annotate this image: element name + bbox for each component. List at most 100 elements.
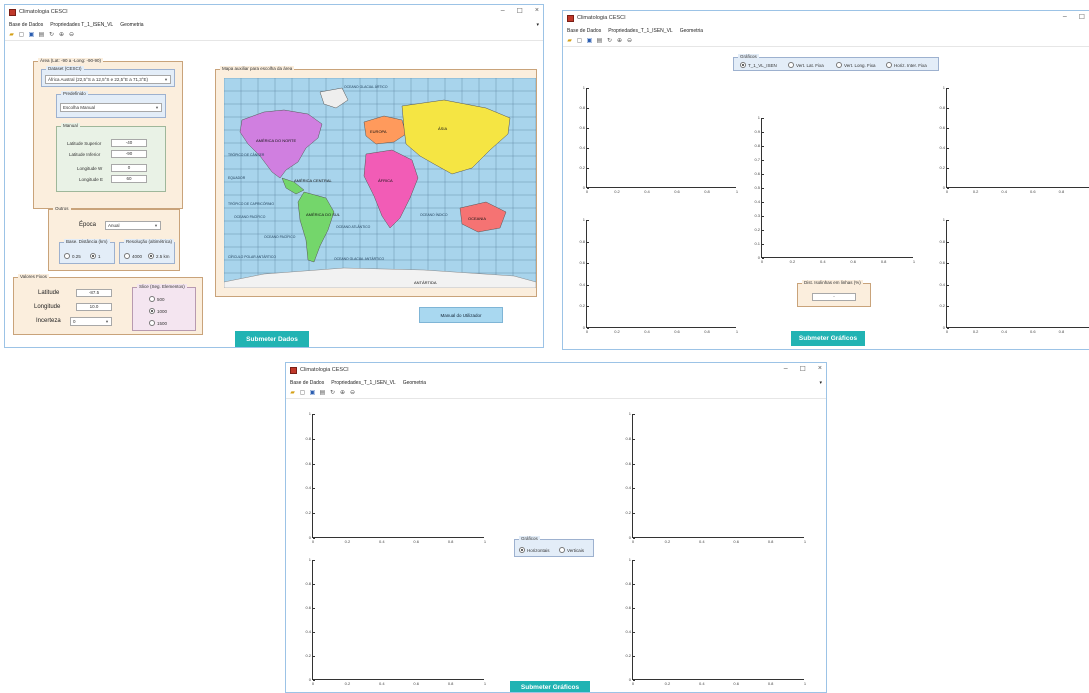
y-tick-label: 0.6 bbox=[305, 460, 311, 466]
menu-geometria[interactable]: Geometria bbox=[403, 380, 426, 386]
radio-graph-vert-long[interactable]: Vert. Long. Fixa bbox=[836, 62, 876, 68]
menu-base-dados[interactable]: Base de Dados bbox=[290, 380, 324, 386]
zoom-out-icon[interactable]: ⊖ bbox=[68, 32, 75, 39]
label-arctic-ocean: OCEANO GLACIAL ÁRTICO bbox=[344, 85, 388, 89]
menu-propriedades[interactable]: Propriedades T_1_ISEN_VL bbox=[50, 22, 113, 28]
maximize-icon[interactable]: ☐ bbox=[517, 7, 523, 15]
radio-slice-1500[interactable]: 1500 bbox=[149, 320, 167, 326]
y-tick-mark bbox=[587, 263, 589, 265]
open-icon[interactable]: ▰ bbox=[566, 38, 573, 45]
rotate-icon[interactable]: ↻ bbox=[329, 390, 336, 397]
open-icon[interactable]: ▰ bbox=[289, 390, 296, 397]
epoca-select[interactable]: Anual ▾ bbox=[105, 221, 161, 230]
y-tick-label: 0 bbox=[942, 185, 945, 190]
lat-inf-input[interactable]: -90 bbox=[111, 150, 147, 158]
save-icon[interactable]: ▣ bbox=[309, 390, 316, 397]
radio-025[interactable]: 0.25 bbox=[64, 253, 81, 259]
y-tick-label: 0.8 bbox=[579, 105, 585, 110]
long-w-input[interactable]: 0 bbox=[111, 164, 147, 172]
x-tick-label: 1 bbox=[803, 681, 807, 686]
epoca-select-value: Anual bbox=[108, 223, 120, 228]
new-icon[interactable]: ▢ bbox=[299, 390, 306, 397]
y-tick-mark bbox=[762, 132, 764, 133]
radio-1[interactable]: 1 bbox=[90, 253, 101, 259]
predef-panel: Predefinido Escolha Manual ▾ bbox=[56, 91, 166, 118]
latitude-input[interactable]: -87.5 bbox=[76, 289, 112, 297]
menu-overflow-icon[interactable]: ▾ bbox=[819, 380, 822, 386]
print-icon[interactable]: ▤ bbox=[319, 390, 326, 397]
submit-data-button[interactable]: Submeter Dados bbox=[235, 331, 309, 347]
menu-propriedades[interactable]: Propriedades_T_1_ISEN_VL bbox=[331, 380, 396, 386]
menu-propriedades[interactable]: Propriedades_T_1_ISEN_VL bbox=[608, 28, 673, 34]
menu-geometria[interactable]: Geometria bbox=[680, 28, 703, 34]
radio-horizontais[interactable]: Horizontais bbox=[519, 547, 550, 553]
x-tick-label: 0 bbox=[760, 259, 764, 264]
y-tick-mark bbox=[762, 216, 764, 217]
menu-geometria[interactable]: Geometria bbox=[120, 22, 143, 28]
toolbar: ▰ ▢ ▣ ▤ ↻ ⊕ ⊖ bbox=[563, 36, 1089, 47]
y-tick-label: 0.6 bbox=[939, 260, 945, 266]
minimize-icon[interactable]: – bbox=[784, 365, 788, 373]
print-icon[interactable]: ▤ bbox=[596, 38, 603, 45]
rotate-icon[interactable]: ↻ bbox=[48, 32, 55, 39]
y-tick-mark bbox=[313, 438, 315, 440]
fixed-values-label: Valores Fixos bbox=[18, 274, 49, 279]
radio-25km[interactable]: 2.5 km bbox=[148, 253, 170, 259]
x-tick-label: 0.6 bbox=[733, 539, 739, 544]
save-icon[interactable]: ▣ bbox=[28, 32, 35, 39]
longitude-input[interactable]: 10.0 bbox=[76, 303, 112, 311]
incerteza-select[interactable]: 0 ▾ bbox=[70, 317, 112, 326]
y-tick-label: 1 bbox=[757, 115, 760, 120]
zoom-in-icon[interactable]: ⊕ bbox=[58, 32, 65, 39]
menu-overflow-icon[interactable]: ▾ bbox=[536, 22, 539, 28]
lat-sup-input[interactable]: -40 bbox=[111, 139, 147, 147]
menu-bar: Base de Dados Propriedades_T_1_ISEN_VL G… bbox=[563, 25, 1089, 36]
radio-graph-vert-lat[interactable]: Vert. Lat. Fixa bbox=[788, 62, 824, 68]
predef-select[interactable]: Escolha Manual ▾ bbox=[60, 103, 162, 112]
radio-graph-horiz[interactable]: Horiz. Inter. Fixa bbox=[886, 62, 927, 68]
menu-base-dados[interactable]: Base de Dados bbox=[9, 22, 43, 28]
y-tick-label: 0 bbox=[942, 325, 945, 330]
maximize-icon[interactable]: ☐ bbox=[1079, 13, 1085, 21]
radio-slice-1000[interactable]: 1000 bbox=[149, 308, 167, 314]
map-panel-title: Mapa auxiliar para escolha da área bbox=[220, 66, 295, 71]
radio-4000[interactable]: 4000 bbox=[124, 253, 142, 259]
chevron-down-icon: ▾ bbox=[154, 223, 158, 228]
world-map[interactable]: AMÉRICA DO NORTE EUROPA ÁSIA ÁFRICA AMÉR… bbox=[224, 78, 536, 288]
y-tick-mark bbox=[633, 656, 635, 657]
submit-graphs-button[interactable]: Submeter Gráficos bbox=[510, 681, 590, 692]
dataset-select[interactable]: África Austral (22,5°S a 12,5°S e 22,5°E… bbox=[45, 75, 171, 84]
x-tick-label: 0.4 bbox=[820, 259, 826, 264]
thickness-input[interactable]: - bbox=[812, 293, 856, 301]
y-tick-mark bbox=[633, 584, 635, 585]
rotate-icon[interactable]: ↻ bbox=[606, 38, 613, 45]
long-e-input[interactable]: 60 bbox=[111, 175, 147, 183]
radio-slice-500[interactable]: 500 bbox=[149, 296, 165, 302]
print-icon[interactable]: ▤ bbox=[38, 32, 45, 39]
y-tick-mark bbox=[587, 88, 589, 89]
minimize-icon[interactable]: – bbox=[501, 7, 505, 15]
manual-button[interactable]: Manual do Utilizador bbox=[419, 307, 503, 323]
save-icon[interactable]: ▣ bbox=[586, 38, 593, 45]
zoom-out-icon[interactable]: ⊖ bbox=[349, 390, 356, 397]
y-tick-mark bbox=[633, 414, 635, 415]
close-icon[interactable]: × bbox=[818, 365, 822, 373]
radio-graph-isen[interactable]: T_1_VL_ISEN bbox=[740, 62, 777, 68]
close-icon[interactable]: × bbox=[535, 7, 539, 15]
minimize-icon[interactable]: – bbox=[1063, 13, 1067, 21]
maximize-icon[interactable]: ☐ bbox=[800, 365, 806, 373]
menu-base-dados[interactable]: Base de Dados bbox=[567, 28, 601, 34]
y-tick-label: 0.8 bbox=[939, 105, 945, 110]
radio-verticais[interactable]: Verticais bbox=[559, 547, 584, 553]
zoom-in-icon[interactable]: ⊕ bbox=[616, 38, 623, 45]
zoom-out-icon[interactable]: ⊖ bbox=[626, 38, 633, 45]
new-icon[interactable]: ▢ bbox=[576, 38, 583, 45]
y-tick-label: 0.2 bbox=[754, 227, 760, 232]
y-tick-mark bbox=[947, 284, 949, 286]
submit-graphs-button[interactable]: Submeter Gráficos bbox=[791, 331, 865, 346]
open-icon[interactable]: ▰ bbox=[8, 32, 15, 39]
dataset-select-value: África Austral (22,5°S a 12,5°S e 22,5°E… bbox=[48, 77, 149, 82]
zoom-in-icon[interactable]: ⊕ bbox=[339, 390, 346, 397]
new-icon[interactable]: ▢ bbox=[18, 32, 25, 39]
graficos-label: Gráficos bbox=[738, 54, 759, 59]
